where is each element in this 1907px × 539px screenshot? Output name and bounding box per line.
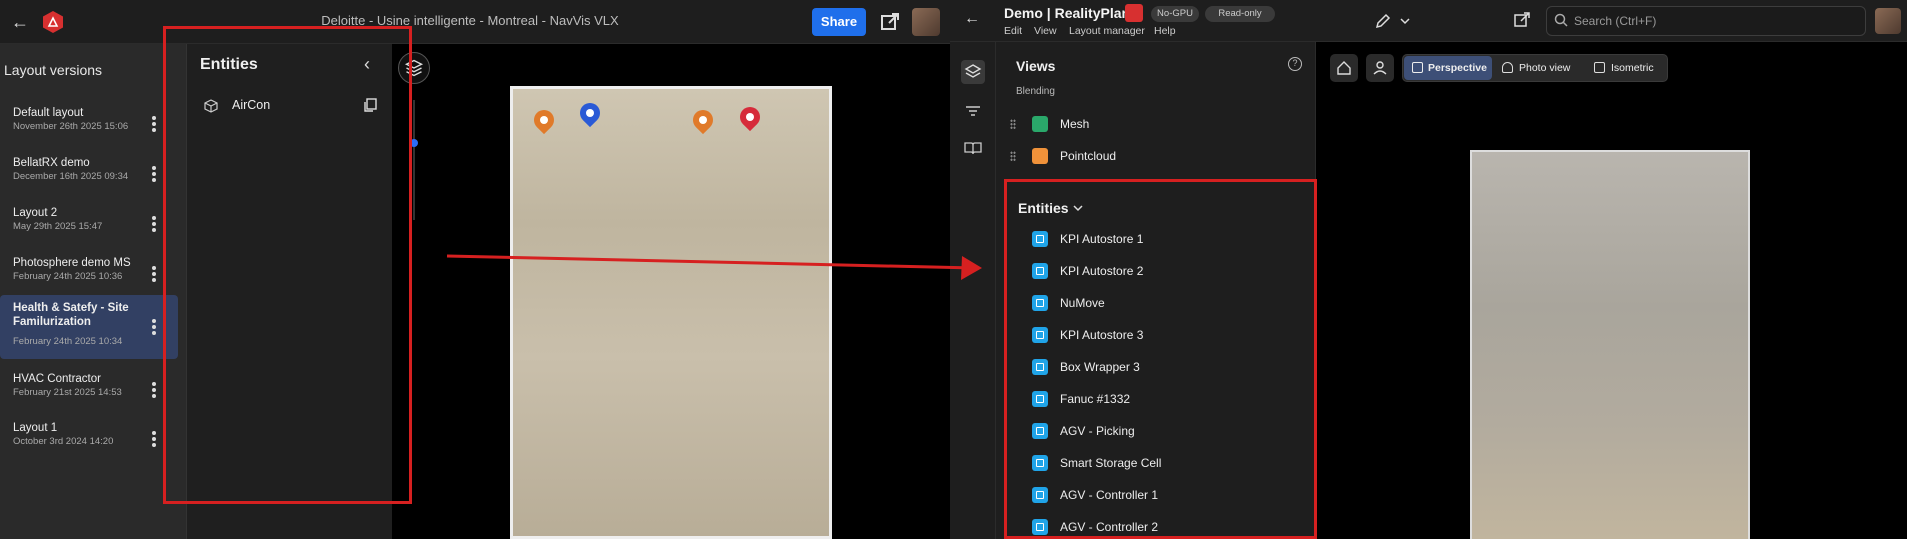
perspective-label[interactable]: Perspective (1428, 62, 1487, 74)
app-name: Demo | RealityPlan (1004, 5, 1131, 21)
filter-icon[interactable] (961, 99, 985, 123)
point-cloud-image[interactable] (510, 86, 832, 539)
share-button[interactable]: Share (812, 8, 866, 36)
app-logo-icon (1125, 4, 1143, 22)
layout-version-name: Default layout (13, 107, 84, 119)
location-pin-icon[interactable] (529, 105, 559, 135)
back-arrow-icon[interactable]: ← (8, 10, 32, 34)
blending-label-mesh: Mesh (1060, 117, 1090, 131)
menu-layout-manager[interactable]: Layout manager (1069, 25, 1145, 37)
layout-version-date: February 24th 2025 10:36 (13, 271, 123, 282)
menu-view[interactable]: View (1034, 25, 1057, 37)
zoom-slider[interactable] (413, 100, 415, 220)
more-options-icon[interactable] (150, 382, 158, 400)
blending-label-pointcloud: Pointcloud (1060, 149, 1117, 163)
app-logo-icon (43, 11, 63, 33)
point-cloud-image[interactable] (1470, 150, 1750, 539)
avatar[interactable] (1875, 8, 1901, 34)
home-icon[interactable] (1330, 54, 1358, 82)
no-gpu-badge: No-GPU (1151, 6, 1199, 22)
isometric-button[interactable]: Isometric (1611, 62, 1654, 74)
blending-item-pointcloud[interactable]: Pointcloud (1006, 143, 1306, 169)
mesh-icon (1032, 116, 1048, 132)
layout-version-name: Layout 2 (13, 207, 58, 219)
layout-version-item[interactable]: Layout 1 October 3rd 2024 14:20 (0, 415, 178, 463)
menu-edit[interactable]: Edit (1004, 25, 1022, 37)
layout-versions-title: Layout versions (4, 62, 103, 78)
layout-version-item-selected[interactable]: Health & Satefy - Site Familurization Fe… (0, 295, 178, 359)
more-options-icon[interactable] (150, 116, 158, 134)
photo-view-icon (1502, 62, 1513, 73)
layout-version-name: HVAC Contractor (13, 373, 101, 385)
cube-icon (1412, 62, 1423, 73)
isometric-checkbox[interactable] (1594, 62, 1605, 73)
search-icon (1554, 13, 1568, 27)
book-icon[interactable] (961, 136, 985, 160)
external-link-icon[interactable] (878, 10, 902, 34)
layout-versions-panel: Layout versions Default layout November … (0, 44, 186, 539)
more-options-icon[interactable] (150, 166, 158, 184)
pointcloud-icon (1032, 148, 1048, 164)
more-options-icon[interactable] (150, 319, 158, 337)
layout-version-name: BellatRX demo (13, 157, 90, 169)
layout-version-date: February 21st 2025 14:53 (13, 387, 122, 398)
highlight-box-right (1004, 179, 1317, 539)
layout-version-date: November 26th 2025 15:06 (13, 121, 129, 132)
annotation-arrow-icon (446, 254, 982, 280)
back-arrow-icon[interactable]: ← (960, 10, 984, 32)
avatar[interactable] (912, 8, 940, 36)
layout-version-item[interactable]: Layout 2 May 29th 2025 15:47 (0, 200, 178, 248)
more-options-icon[interactable] (150, 266, 158, 284)
layout-version-item[interactable]: Default layout November 26th 2025 15:06 (0, 100, 178, 148)
menu-help[interactable]: Help (1154, 25, 1176, 37)
drag-handle-icon[interactable] (1010, 119, 1016, 129)
layout-version-name: Photosphere demo MS (13, 257, 131, 269)
layout-version-date: October 3rd 2024 14:20 (13, 436, 114, 447)
blending-item-mesh[interactable]: Mesh (1006, 111, 1306, 137)
layout-version-date: December 16th 2025 09:34 (13, 171, 129, 182)
drag-handle-icon[interactable] (1010, 151, 1016, 161)
location-pin-icon[interactable] (688, 105, 718, 135)
blending-label: Blending (1016, 86, 1055, 97)
more-options-icon[interactable] (150, 216, 158, 234)
photo-view-button[interactable]: Photo view (1519, 62, 1570, 74)
highlight-box-left (163, 26, 412, 504)
more-options-icon[interactable] (150, 431, 158, 449)
search-placeholder: Search (Ctrl+F) (1574, 14, 1657, 28)
location-pin-icon[interactable] (575, 98, 605, 128)
layout-version-name: Health & Satefy - Site Familurization (13, 302, 129, 328)
external-link-icon[interactable] (1512, 10, 1532, 30)
person-icon[interactable] (1366, 54, 1394, 82)
layout-version-name: Layout 1 (13, 422, 58, 434)
read-only-badge: Read-only (1205, 6, 1275, 22)
layout-version-date: February 24th 2025 10:34 (13, 336, 123, 347)
layout-version-item[interactable]: Photosphere demo MS February 24th 2025 1… (0, 250, 178, 298)
pencil-icon[interactable] (1374, 12, 1392, 30)
layout-version-item[interactable]: HVAC Contractor February 21st 2025 14:53 (0, 366, 178, 414)
chevron-down-icon[interactable] (1398, 12, 1412, 30)
location-pin-icon[interactable] (735, 102, 765, 132)
layers-icon[interactable] (961, 60, 985, 84)
layout-version-item[interactable]: BellatRX demo December 16th 2025 09:34 (0, 150, 178, 198)
views-title: Views (1016, 58, 1056, 74)
layout-version-date: May 29th 2025 15:47 (13, 221, 103, 232)
help-icon[interactable]: ? (1288, 57, 1302, 71)
